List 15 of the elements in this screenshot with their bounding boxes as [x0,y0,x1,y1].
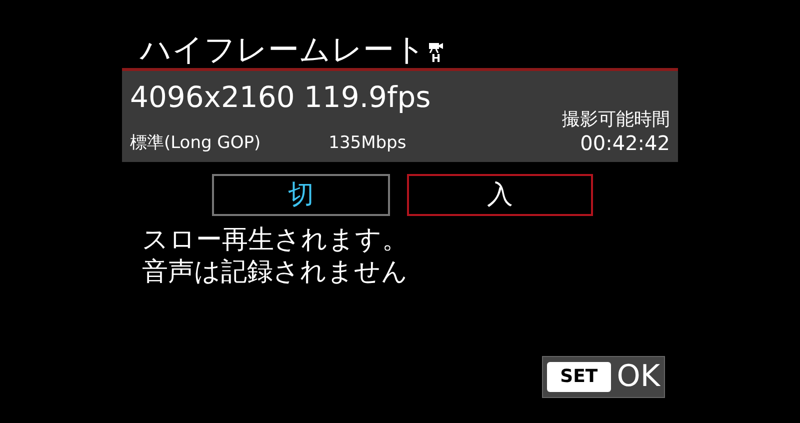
set-key-label: SET [547,362,611,392]
remaining-time-label: 撮影可能時間 [562,108,670,131]
option-button[interactable]: 入 [407,174,593,216]
high-frame-rate-label: H [431,53,441,64]
screen-title: ハイフレームレート [140,35,426,66]
ok-label: OK [616,362,660,392]
bitrate-text: 135Mbps [328,132,406,154]
set-ok-button[interactable]: SET OK [542,356,665,398]
resolution-text: 4096x2160 119.9fps [130,83,431,112]
option-button[interactable]: 切 [212,174,390,216]
compression-text: 標準(Long GOP) [130,132,261,154]
movie-camera-icon [428,43,444,53]
remaining-time: 00:42:42 [580,131,670,156]
message-line: スロー再生されます。 [142,224,409,256]
message-line: 音声は記録されません [142,256,409,288]
